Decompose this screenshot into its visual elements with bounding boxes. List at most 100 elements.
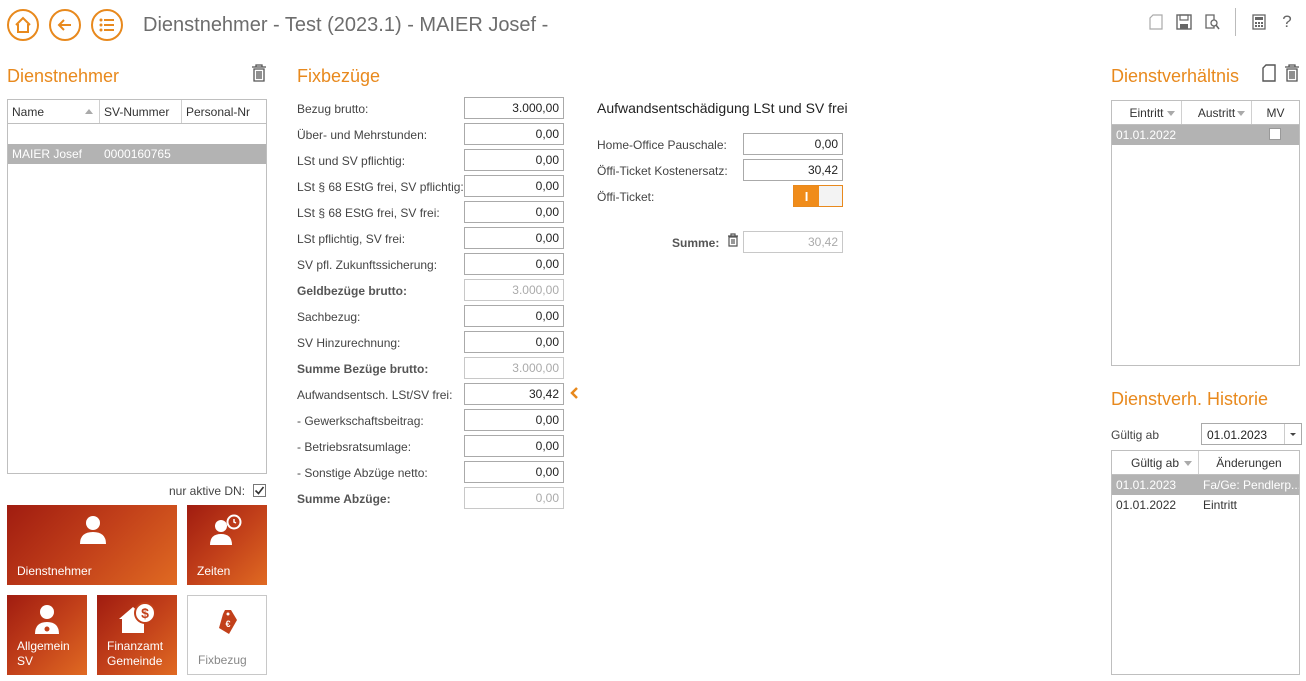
tile-dienstnehmer[interactable]: Dienstnehmer bbox=[7, 505, 177, 585]
fixbezug-field-input[interactable]: 0,00 bbox=[464, 435, 564, 457]
gueltig-ab-label: Gültig ab bbox=[1111, 428, 1160, 442]
home-office-label: Home-Office Pauschale: bbox=[597, 138, 727, 152]
delete-dienstverhaeltnis-button[interactable] bbox=[1283, 63, 1301, 86]
table-row[interactable]: 01.01.2022 Eintritt bbox=[1112, 495, 1299, 515]
save-button[interactable] bbox=[1175, 12, 1193, 32]
dienstverhaeltnis-grid: Eintritt Austritt MV 01.01.2022 bbox=[1111, 100, 1300, 366]
column-header-mv[interactable]: MV bbox=[1252, 101, 1299, 124]
list-icon bbox=[99, 18, 114, 32]
fixbezug-field-input[interactable]: 0,00 bbox=[464, 305, 564, 327]
delete-dienstnehmer-button[interactable] bbox=[250, 63, 268, 86]
aufwand-detail-indicator[interactable] bbox=[569, 386, 581, 400]
oeffi-kostenersatz-label: Öffi-Ticket Kostenersatz: bbox=[597, 164, 728, 178]
fixbezug-field-input[interactable]: 0,00 bbox=[464, 253, 564, 275]
delete-summe-button[interactable] bbox=[727, 233, 739, 250]
cell-mv bbox=[1252, 125, 1299, 145]
table-row[interactable]: 01.01.2023 Fa/Ge: Pendlerp... bbox=[1112, 475, 1299, 495]
dropdown-button[interactable] bbox=[1284, 424, 1301, 444]
fixbezug-field-label: Summe Abzüge: bbox=[297, 492, 391, 506]
fixbezug-field-label: Summe Bezüge brutto: bbox=[297, 362, 429, 376]
column-header-austritt[interactable]: Austritt bbox=[1182, 101, 1252, 124]
toolbar-divider bbox=[1235, 8, 1236, 36]
new-document-button[interactable] bbox=[1147, 12, 1165, 32]
calculator-button[interactable] bbox=[1250, 12, 1268, 32]
fixbezug-field-input[interactable]: 0,00 bbox=[464, 227, 564, 249]
historie-section-title: Dienstverh. Historie bbox=[1111, 389, 1269, 409]
doctor-icon bbox=[35, 605, 59, 634]
column-header-label: Gültig ab bbox=[1130, 456, 1180, 470]
toggle-on-segment: I bbox=[794, 186, 819, 206]
tile-finanzamt-gemeinde[interactable]: $ Finanzamt Gemeinde bbox=[97, 595, 177, 675]
column-header-personal-nr[interactable]: Personal-Nr bbox=[182, 100, 266, 123]
home-button[interactable] bbox=[7, 9, 39, 41]
column-header-gueltig-ab[interactable]: Gültig ab bbox=[1112, 451, 1199, 474]
fixbezug-field-input[interactable]: 0,00 bbox=[464, 175, 564, 197]
tile-label: Finanzamt Gemeinde bbox=[107, 639, 164, 668]
fixbezug-field-label: Sachbezug: bbox=[297, 310, 361, 324]
trash-icon bbox=[1285, 64, 1299, 82]
fixbezug-field-input[interactable]: 0,00 bbox=[464, 201, 564, 223]
column-header-sv-nummer[interactable]: SV-Nummer bbox=[100, 100, 182, 123]
grid-filter-row[interactable] bbox=[8, 124, 266, 144]
cell-name: MAIER Josef bbox=[12, 147, 83, 161]
search-document-button[interactable] bbox=[1203, 12, 1221, 32]
fixbezug-field-label: Über- und Mehrstunden: bbox=[297, 128, 428, 142]
fixbezug-field-input[interactable]: 30,42 bbox=[464, 383, 564, 405]
tile-zeiten[interactable]: Zeiten bbox=[187, 505, 267, 585]
cell-sv-nummer: 0000160765 bbox=[104, 147, 171, 161]
fixbezug-field-input[interactable]: 0,00 bbox=[464, 409, 564, 431]
back-button[interactable] bbox=[49, 9, 81, 41]
table-row[interactable]: 01.01.2022 bbox=[1112, 125, 1299, 145]
fixbezug-field-input[interactable]: 0,00 bbox=[464, 331, 564, 353]
column-header-name[interactable]: Name bbox=[8, 100, 100, 123]
sort-ascending-icon bbox=[85, 109, 93, 114]
chevron-left-icon bbox=[570, 387, 578, 399]
help-button[interactable]: ? bbox=[1278, 12, 1296, 32]
person-clock-icon bbox=[210, 514, 242, 545]
tile-fixbezug[interactable]: € Fixbezug bbox=[187, 595, 267, 675]
column-header-eintritt[interactable]: Eintritt bbox=[1112, 101, 1182, 124]
fixbezug-field-label: LSt § 68 EStG frei, SV frei: bbox=[297, 206, 440, 220]
tile-label: Zeiten bbox=[197, 564, 231, 578]
column-header-label: Name bbox=[12, 105, 45, 119]
gueltig-ab-dropdown[interactable]: 01.01.2023 bbox=[1201, 423, 1302, 445]
fixbezug-field-label: LSt und SV pflichtig: bbox=[297, 154, 406, 168]
new-dienstverhaeltnis-button[interactable] bbox=[1261, 63, 1277, 86]
active-filter-checkbox[interactable] bbox=[253, 484, 266, 497]
checkmark-icon bbox=[254, 486, 265, 495]
filter-dropdown-icon bbox=[1184, 461, 1192, 466]
column-header-label: Austritt bbox=[1197, 106, 1236, 120]
svg-text:€: € bbox=[225, 619, 230, 629]
table-row[interactable]: MAIER Josef 0000160765 bbox=[8, 144, 266, 164]
tile-allgemein-sv[interactable]: Allgemein SV bbox=[7, 595, 87, 675]
grid-header: Gültig ab Änderungen bbox=[1112, 451, 1299, 475]
dienstnehmer-grid: Name SV-Nummer Personal-Nr MAIER Josef 0… bbox=[7, 99, 267, 474]
chevron-down-icon bbox=[1290, 433, 1296, 436]
save-icon bbox=[1176, 14, 1192, 30]
oeffi-kostenersatz-input[interactable]: 30,42 bbox=[743, 159, 843, 181]
column-header-label: Eintritt bbox=[1129, 106, 1164, 120]
trash-icon bbox=[252, 64, 266, 82]
fixbezug-field-input[interactable]: 0,00 bbox=[464, 149, 564, 171]
dienstnehmer-section-title: Dienstnehmer bbox=[7, 66, 120, 86]
fixbezug-field-input: 3.000,00 bbox=[464, 357, 564, 379]
aufwand-section-title: Aufwandsentschädigung LSt und SV frei bbox=[597, 100, 848, 116]
oeffi-ticket-toggle[interactable]: I bbox=[793, 185, 843, 207]
fixbezug-field-label: - Gewerkschaftsbeitrag: bbox=[297, 414, 424, 428]
mv-checkbox[interactable] bbox=[1269, 128, 1281, 140]
menu-button[interactable] bbox=[91, 9, 123, 41]
toolbar: ? bbox=[1147, 8, 1296, 36]
column-header-aenderungen[interactable]: Änderungen bbox=[1199, 451, 1299, 474]
dienstverhaeltnis-section-title: Dienstverhältnis bbox=[1111, 66, 1240, 86]
home-office-input[interactable]: 0,00 bbox=[743, 133, 843, 155]
column-header-label: MV bbox=[1266, 106, 1285, 120]
grid-header: Eintritt Austritt MV bbox=[1112, 101, 1299, 125]
column-header-label: SV-Nummer bbox=[104, 105, 170, 119]
fixbezug-field-input[interactable]: 0,00 bbox=[464, 461, 564, 483]
cell-aenderung: Fa/Ge: Pendlerp... bbox=[1203, 478, 1299, 492]
fixbezug-field-input[interactable]: 0,00 bbox=[464, 123, 564, 145]
filter-dropdown-icon bbox=[1237, 111, 1245, 116]
fixbezug-field-input[interactable]: 3.000,00 bbox=[464, 97, 564, 119]
question-mark-icon: ? bbox=[1282, 12, 1292, 31]
fixbezug-field-label: Aufwandsentsch. LSt/SV frei: bbox=[297, 388, 453, 402]
